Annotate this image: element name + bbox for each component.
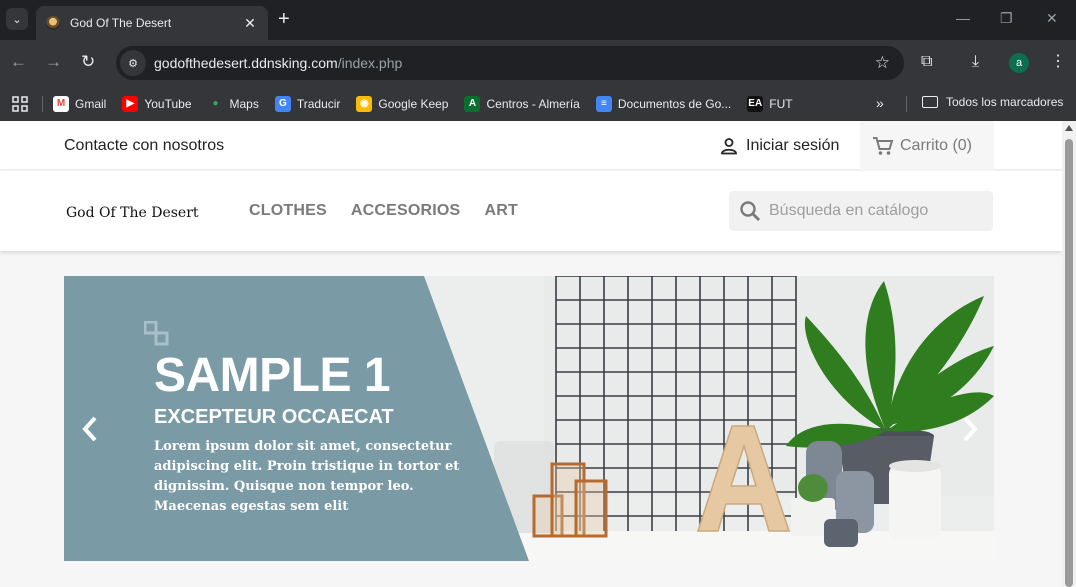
address-bar[interactable]: ⚙ godofthedesert.ddnsking.com/index.php … [116,46,904,80]
bookmark-item[interactable]: G Traducir [274,95,341,112]
bookmark-favicon-icon: A [464,95,481,112]
scroll-thumb[interactable] [1065,139,1073,587]
bookmark-favicon-icon: ≡ [595,95,612,112]
cart-label: Carrito (0) [900,136,973,154]
tab-search-icon[interactable]: ⌄ [6,8,28,30]
web-page: Contacte con nosotros Iniciar sesión Car… [0,121,1062,587]
minimize-icon[interactable]: — [956,10,970,26]
main-menu: CLOTHES ACCESORIOS ART [249,202,542,220]
bookmark-label: YouTube [144,96,192,111]
bookmark-label: Documentos de Go... [617,96,732,111]
bookmark-item[interactable]: A Centros - Almería [464,95,580,112]
search-icon[interactable] [739,200,761,222]
more-bookmarks-icon[interactable]: » [876,95,884,111]
new-tab-icon[interactable]: + [278,9,290,29]
cart-button[interactable]: Carrito (0) [860,121,994,170]
menu-item-accesorios[interactable]: ACCESORIOS [351,202,461,220]
bookmark-star-icon[interactable]: ☆ [875,53,890,73]
bookmark-label: FUT [769,96,793,111]
reload-icon[interactable]: ↻ [81,52,95,72]
bookmark-favicon-icon: G [274,95,291,112]
bookmark-favicon-icon: M [53,95,69,112]
download-icon[interactable]: ⤓ [972,52,979,72]
back-icon[interactable]: ← [10,52,27,72]
site-info-icon[interactable]: ⚙ [120,50,146,76]
menu-item-clothes[interactable]: CLOTHES [249,202,327,220]
forward-icon[interactable]: → [45,52,62,72]
user-icon [721,138,737,155]
slide-subtitle: EXCEPTEUR OCCAECAT [154,406,394,428]
browser-tab-bar: ⌄ God Of The Desert ✕ + — ❐ ✕ [0,0,1076,40]
carousel-prev-arrow-icon[interactable] [76,414,106,444]
bookmark-item[interactable]: ≡ Documentos de Go... [595,95,732,112]
slide-description: Lorem ipsum dolor sit amet, consectetur … [154,439,460,514]
search-input[interactable] [769,202,989,220]
tab-title: God Of The Desert [70,16,172,30]
slide-title: SAMPLE 1 [154,349,391,402]
bookmark-favicon-icon: ▶ [122,95,139,112]
site-logo[interactable]: God Of The Desert [66,205,199,221]
header-main: God Of The Desert CLOTHES ACCESORIOS ART [0,171,1062,251]
browser-toolbar: ← → ↻ ⚙ godofthedesert.ddnsking.com/inde… [0,40,1076,86]
bookmark-favicon-icon: EA [747,95,764,112]
browser-tab[interactable]: God Of The Desert ✕ [36,6,268,40]
folder-icon [922,96,938,108]
header-nav-bar: Contacte con nosotros Iniciar sesión Car… [0,121,1062,170]
carousel-next-arrow-icon[interactable] [954,414,984,444]
scroll-up-icon[interactable] [1065,125,1073,131]
bookmark-list: M Gmail ▶ YouTube ● Maps G Traducir ◉ Google Keep… [53,95,809,112]
bookmark-item[interactable]: ● Maps [208,96,259,112]
contact-link[interactable]: Contacte con nosotros [64,137,224,155]
bookmark-item[interactable]: M Gmail [53,95,107,112]
bookmark-label: Traducir [296,96,341,111]
bookmark-label: Google Keep [378,96,449,111]
bookmarks-bar: M Gmail ▶ YouTube ● Maps G Traducir ◉ Google Keep… [0,86,1076,121]
bookmark-label: Centros - Almería [486,96,580,111]
bookmark-favicon-icon: ● [212,98,219,109]
extensions-icon[interactable]: ⧉ [921,52,932,72]
catalog-search [729,191,993,231]
signin-link[interactable]: Iniciar sesión [720,137,839,155]
shopping-cart-icon [873,136,894,155]
bookmark-item[interactable]: EA FUT [747,95,793,112]
bookmark-favicon-icon: ◉ [356,95,373,112]
all-bookmarks-label: Todos los marcadores [946,95,1064,109]
decorative-squares-icon [144,321,169,346]
apps-grid-icon[interactable] [12,95,28,112]
hero-carousel: SAMPLE 1 EXCEPTEUR OCCAECAT Lorem ipsum … [64,276,994,561]
bookmarks-divider [906,96,907,112]
close-tab-icon[interactable]: ✕ [238,15,262,32]
bookmark-label: Gmail [75,96,107,111]
bookmarks-divider [42,95,43,112]
signin-label: Iniciar sesión [746,137,840,154]
close-window-icon[interactable]: ✕ [1046,10,1058,27]
bookmark-item[interactable]: ▶ YouTube [122,95,192,112]
page-scrollbar[interactable] [1062,121,1076,587]
profile-avatar[interactable]: a [1009,53,1029,73]
site-favicon-icon [46,16,60,30]
bookmark-item[interactable]: ◉ Google Keep [356,95,449,112]
menu-item-art[interactable]: ART [484,202,517,220]
restore-icon[interactable]: ❐ [1000,10,1013,27]
all-bookmarks-button[interactable]: Todos los marcadores [922,95,1063,109]
menu-kebab-icon[interactable]: ⋮ [1050,52,1066,72]
bookmark-label: Maps [229,96,259,111]
url-text[interactable]: godofthedesert.ddnsking.com/index.php [154,55,875,71]
